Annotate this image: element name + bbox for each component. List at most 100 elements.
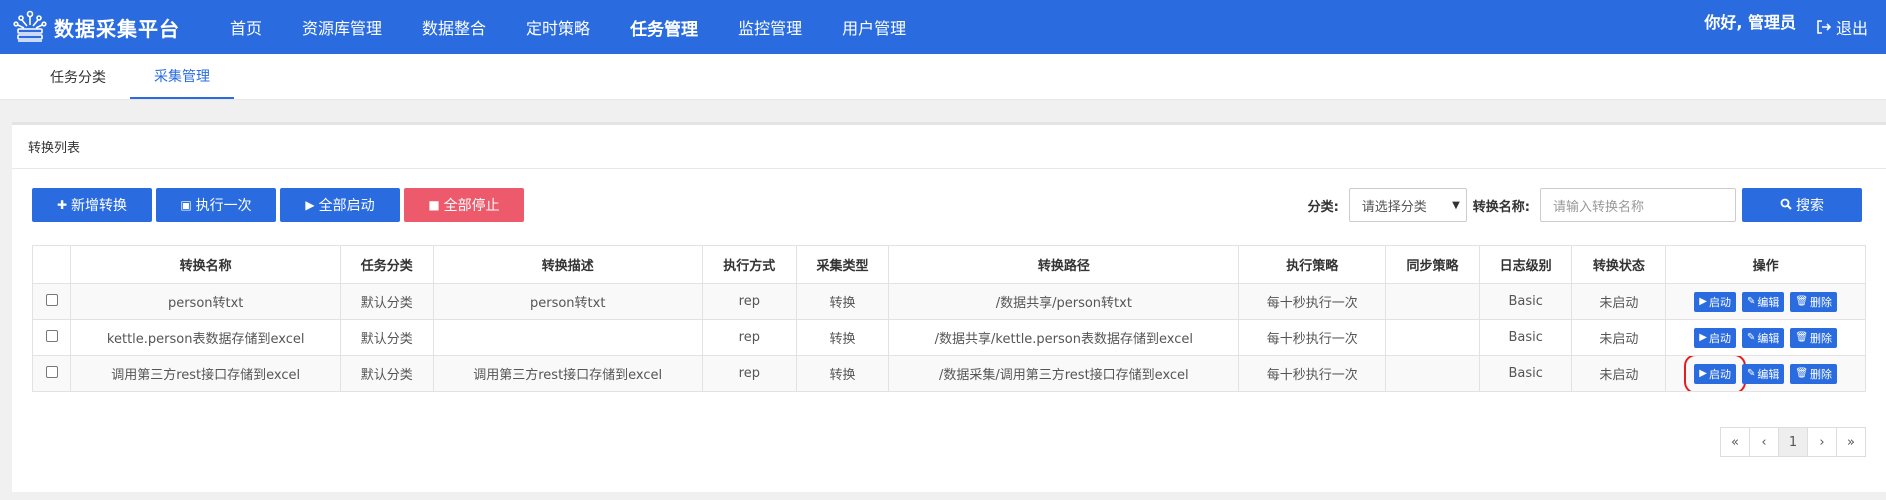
sub-tabs: 任务分类 采集管理: [0, 54, 1886, 100]
plus-icon: ✚: [56, 198, 68, 212]
trash-icon: 🗑: [1795, 296, 1809, 307]
edit-icon: ✎: [1746, 368, 1756, 379]
brand[interactable]: 数据采集平台: [0, 9, 212, 45]
cell-type: 转换: [795, 319, 890, 356]
cell-log-level: Basic: [1478, 319, 1573, 356]
delete-button[interactable]: 🗑 删除: [1790, 363, 1838, 384]
delete-label: 删除: [1810, 331, 1833, 345]
page-prev-button[interactable]: ‹: [1749, 427, 1779, 457]
delete-button[interactable]: 🗑 删除: [1790, 291, 1838, 312]
start-button[interactable]: ▶ 启动: [1684, 356, 1746, 391]
cell-path: /数据共享/person转txt: [888, 283, 1240, 320]
row-checkbox[interactable]: [45, 365, 58, 378]
header-category: 任务分类: [339, 245, 434, 284]
table-row: person转txt 默认分类 person转txt rep 转换 /数据共享/…: [31, 283, 1866, 320]
cell-sync: [1385, 283, 1480, 320]
search-button[interactable]: 搜索: [1742, 188, 1862, 222]
app-title: 数据采集平台: [54, 16, 180, 41]
execute-once-label: 执行一次: [195, 198, 252, 214]
delete-button[interactable]: 🗑 删除: [1790, 327, 1838, 348]
start-label: 启动: [1708, 331, 1731, 345]
cell-strategy: 每十秒执行一次: [1238, 355, 1387, 392]
header-name: 转换名称: [70, 245, 341, 284]
nav-item-integration[interactable]: 数据整合: [422, 15, 486, 39]
cell-actions: ▶ 启动 ✎ 编辑 🗑 删除: [1665, 355, 1866, 392]
edit-label: 编辑: [1757, 295, 1780, 309]
tab-task-category[interactable]: 任务分类: [26, 54, 130, 99]
cell-sync: [1385, 319, 1480, 356]
cell-log-level: Basic: [1478, 283, 1573, 320]
nav-item-tasks[interactable]: 任务管理: [630, 15, 698, 40]
tab-collection-management[interactable]: 采集管理: [130, 54, 234, 99]
cell-type: 转换: [795, 355, 890, 392]
header-status: 转换状态: [1571, 245, 1667, 284]
search-label: 搜索: [1796, 198, 1824, 214]
edit-button[interactable]: ✎ 编辑: [1741, 291, 1785, 312]
row-checkbox[interactable]: [45, 329, 58, 342]
cell-category: 默认分类: [339, 283, 434, 320]
page-next-button[interactable]: ›: [1807, 427, 1837, 457]
delete-label: 删除: [1810, 295, 1833, 309]
cell-log-level: Basic: [1478, 355, 1573, 392]
nav-item-monitor[interactable]: 监控管理: [738, 15, 802, 39]
conversion-list-panel: 转换列表 ✚ 新增转换 ▣ 执行一次 ▶ 全部启动 ■ 全部停止 分类: 请选择…: [12, 122, 1886, 492]
play-icon: ▶: [305, 198, 315, 212]
cell-actions: ▶ 启动 ✎ 编辑 🗑 删除: [1665, 319, 1866, 356]
row-checkbox-cell: [31, 355, 72, 392]
stop-all-button[interactable]: ■ 全部停止: [404, 188, 524, 222]
page-first-button[interactable]: «: [1720, 427, 1750, 457]
add-conversion-button[interactable]: ✚ 新增转换: [32, 188, 152, 222]
execute-once-button[interactable]: ▣ 执行一次: [156, 188, 276, 222]
table-row: kettle.person表数据存储到excel 默认分类 rep 转换 /数据…: [31, 319, 1866, 356]
edit-icon: ✎: [1746, 332, 1756, 343]
category-filter-label: 分类:: [1307, 199, 1339, 215]
category-select-value: 请选择分类: [1361, 199, 1427, 215]
cell-exec-mode: rep: [701, 283, 797, 320]
play-icon: ▶: [1699, 368, 1707, 379]
panel-title: 转换列表: [12, 125, 1886, 169]
logout-button[interactable]: 退出: [1816, 15, 1868, 39]
category-select[interactable]: 请选择分类 ▼: [1348, 188, 1467, 222]
db-logo-icon: [13, 10, 47, 42]
page-last-button[interactable]: »: [1836, 427, 1866, 457]
play-icon: ▶: [1699, 332, 1707, 343]
user-area: 你好, 管理员 退出: [1704, 0, 1868, 54]
nav-item-users[interactable]: 用户管理: [842, 15, 906, 39]
video-play-icon: ▣: [180, 198, 192, 212]
header-strategy: 执行策略: [1238, 245, 1387, 284]
header-path: 转换路径: [888, 245, 1240, 284]
search-icon: [1780, 198, 1792, 213]
cell-exec-mode: rep: [701, 319, 797, 356]
nav-item-repository[interactable]: 资源库管理: [302, 15, 382, 39]
start-label: 启动: [1708, 295, 1731, 309]
edit-label: 编辑: [1757, 367, 1780, 381]
edit-button[interactable]: ✎ 编辑: [1741, 363, 1785, 384]
cell-status: 未启动: [1571, 355, 1667, 392]
header-sync: 同步策略: [1385, 245, 1480, 284]
start-label: 启动: [1708, 367, 1731, 381]
cell-path: /数据采集/调用第三方rest接口存储到excel: [888, 355, 1240, 392]
header-actions: 操作: [1665, 245, 1866, 284]
cell-type: 转换: [795, 283, 890, 320]
pagination: « ‹ 1 › »: [1720, 427, 1866, 457]
cell-name: person转txt: [70, 283, 341, 320]
row-checkbox[interactable]: [45, 293, 58, 306]
filter-bar: 分类: 请选择分类 ▼ 转换名称: 请输入转换名称 搜索: [1308, 187, 1866, 223]
conversion-name-input[interactable]: 请输入转换名称: [1540, 188, 1736, 222]
start-button[interactable]: ▶ 启动: [1694, 327, 1736, 348]
delete-label: 删除: [1810, 367, 1833, 381]
table-row: 调用第三方rest接口存储到excel 默认分类 调用第三方rest接口存储到e…: [31, 355, 1866, 392]
nav-item-home[interactable]: 首页: [230, 15, 262, 39]
edit-button[interactable]: ✎ 编辑: [1741, 327, 1785, 348]
user-greeting: 你好, 管理员: [1704, 13, 1796, 32]
conversion-table: 转换名称 任务分类 转换描述 执行方式 采集类型 转换路径 执行策略 同步策略 …: [31, 245, 1866, 392]
start-button[interactable]: ▶ 启动: [1694, 291, 1736, 312]
page-current[interactable]: 1: [1778, 427, 1808, 457]
nav-item-schedule[interactable]: 定时策略: [526, 15, 590, 39]
start-all-button[interactable]: ▶ 全部启动: [280, 188, 400, 222]
header-desc: 转换描述: [432, 245, 703, 284]
cell-desc: person转txt: [432, 283, 703, 320]
stop-all-label: 全部停止: [443, 198, 500, 214]
cell-status: 未启动: [1571, 283, 1667, 320]
cell-category: 默认分类: [339, 319, 434, 356]
